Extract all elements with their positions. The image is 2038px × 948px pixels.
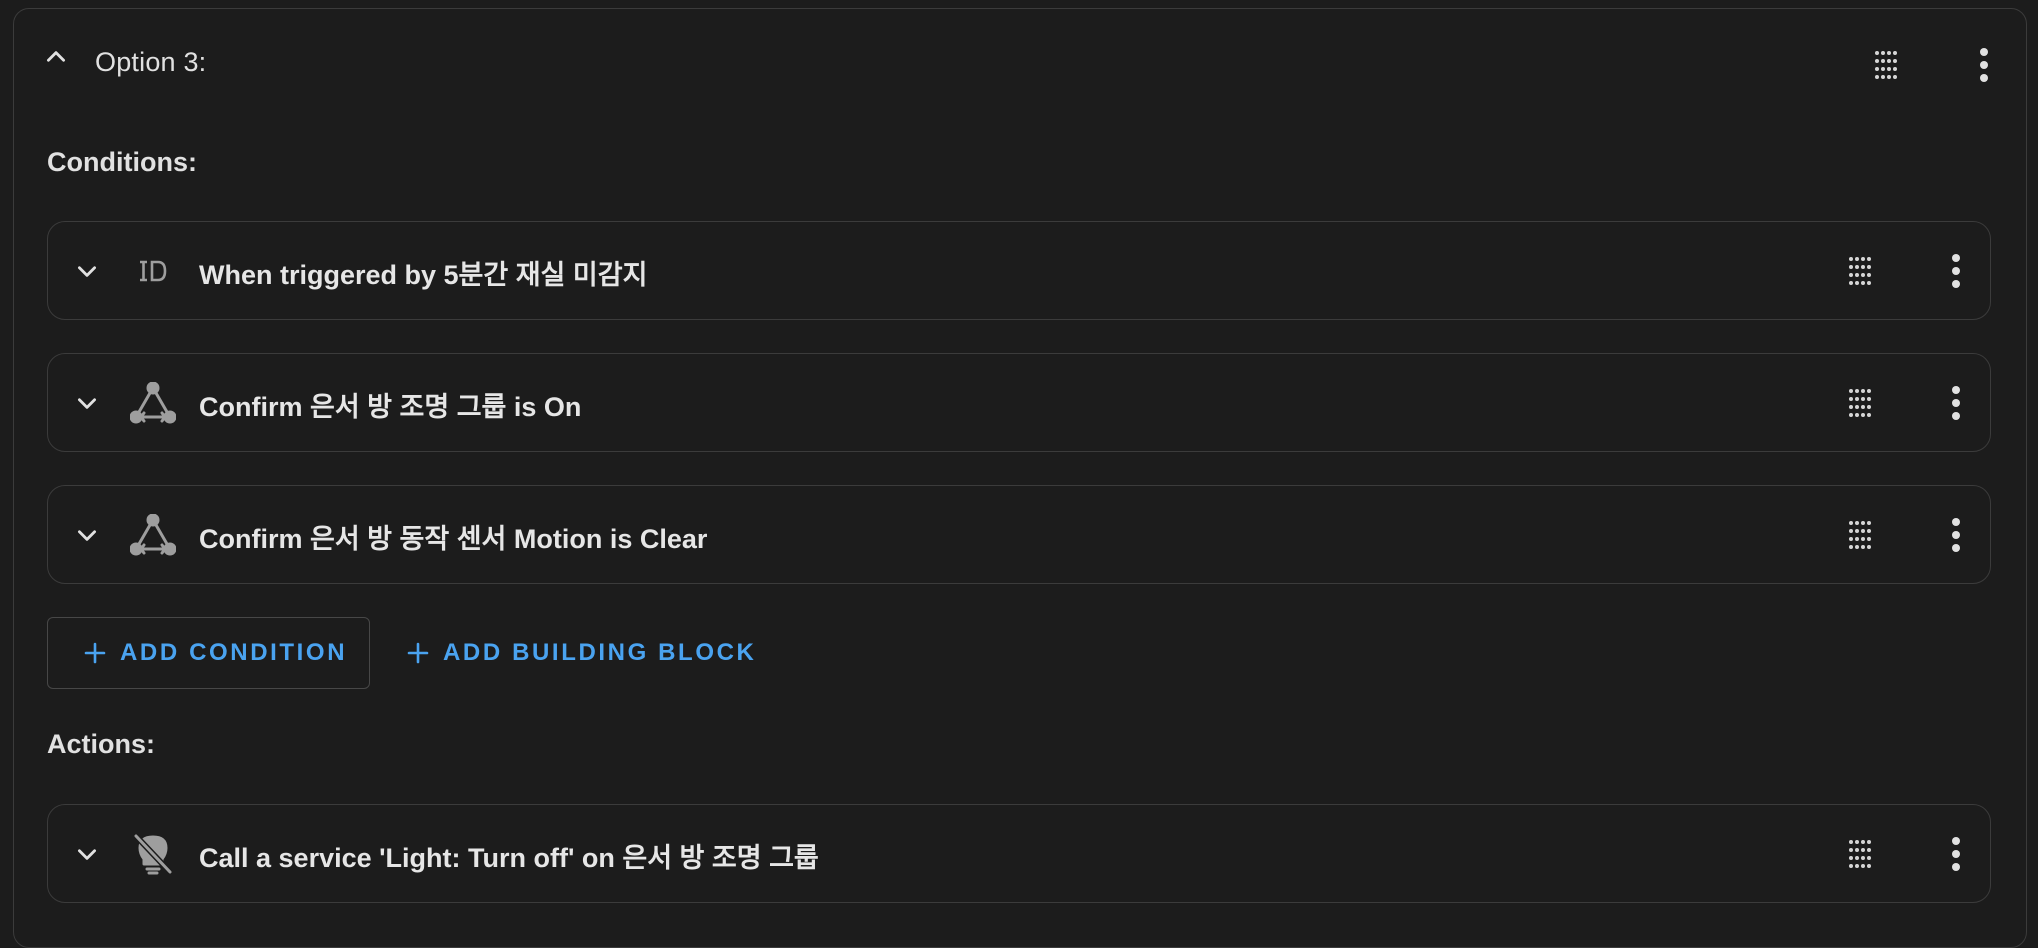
chevron-down-icon[interactable] <box>68 516 106 554</box>
more-vert-icon[interactable] <box>1964 45 2004 85</box>
more-vert-icon[interactable] <box>1936 251 1976 291</box>
actions-heading: Actions: <box>47 729 155 759</box>
plus-icon <box>84 642 106 664</box>
chevron-up-icon[interactable] <box>38 39 74 75</box>
add-building-block-button[interactable]: ADD BUILDING BLOCK <box>407 617 756 689</box>
option-header[interactable]: Option 3: <box>14 9 2026 105</box>
more-vert-icon[interactable] <box>1936 515 1976 555</box>
option-card: Option 3: Conditions: When triggered by … <box>13 8 2027 948</box>
drag-handle-icon[interactable] <box>1866 45 1906 85</box>
option-title: Option 3: <box>95 47 207 77</box>
add-condition-button[interactable]: ADD CONDITION <box>47 617 370 689</box>
action-label: Call a service 'Light: Turn off' on 은서 방… <box>199 843 819 873</box>
chevron-down-icon[interactable] <box>68 252 106 290</box>
state-condition-icon <box>130 380 176 426</box>
drag-handle-icon[interactable] <box>1840 251 1880 291</box>
chevron-down-icon[interactable] <box>68 835 106 873</box>
state-condition-icon <box>130 512 176 558</box>
action-row[interactable]: Call a service 'Light: Turn off' on 은서 방… <box>47 804 1991 903</box>
drag-handle-icon[interactable] <box>1840 834 1880 874</box>
condition-row[interactable]: Confirm 은서 방 조명 그룹 is On <box>47 353 1991 452</box>
conditions-heading: Conditions: <box>47 147 197 177</box>
drag-handle-icon[interactable] <box>1840 515 1880 555</box>
chevron-down-icon[interactable] <box>68 384 106 422</box>
trigger-id-icon <box>130 248 176 294</box>
add-condition-label: ADD CONDITION <box>120 639 348 666</box>
more-vert-icon[interactable] <box>1936 834 1976 874</box>
condition-label: Confirm 은서 방 동작 센서 Motion is Clear <box>199 524 708 554</box>
more-vert-icon[interactable] <box>1936 383 1976 423</box>
condition-label: Confirm 은서 방 조명 그룹 is On <box>199 392 582 422</box>
add-building-block-label: ADD BUILDING BLOCK <box>443 639 757 666</box>
drag-handle-icon[interactable] <box>1840 383 1880 423</box>
condition-label: When triggered by 5분간 재실 미감지 <box>199 260 648 290</box>
condition-row[interactable]: When triggered by 5분간 재실 미감지 <box>47 221 1991 320</box>
light-off-icon <box>130 831 176 877</box>
plus-icon <box>407 642 429 664</box>
condition-row[interactable]: Confirm 은서 방 동작 센서 Motion is Clear <box>47 485 1991 584</box>
